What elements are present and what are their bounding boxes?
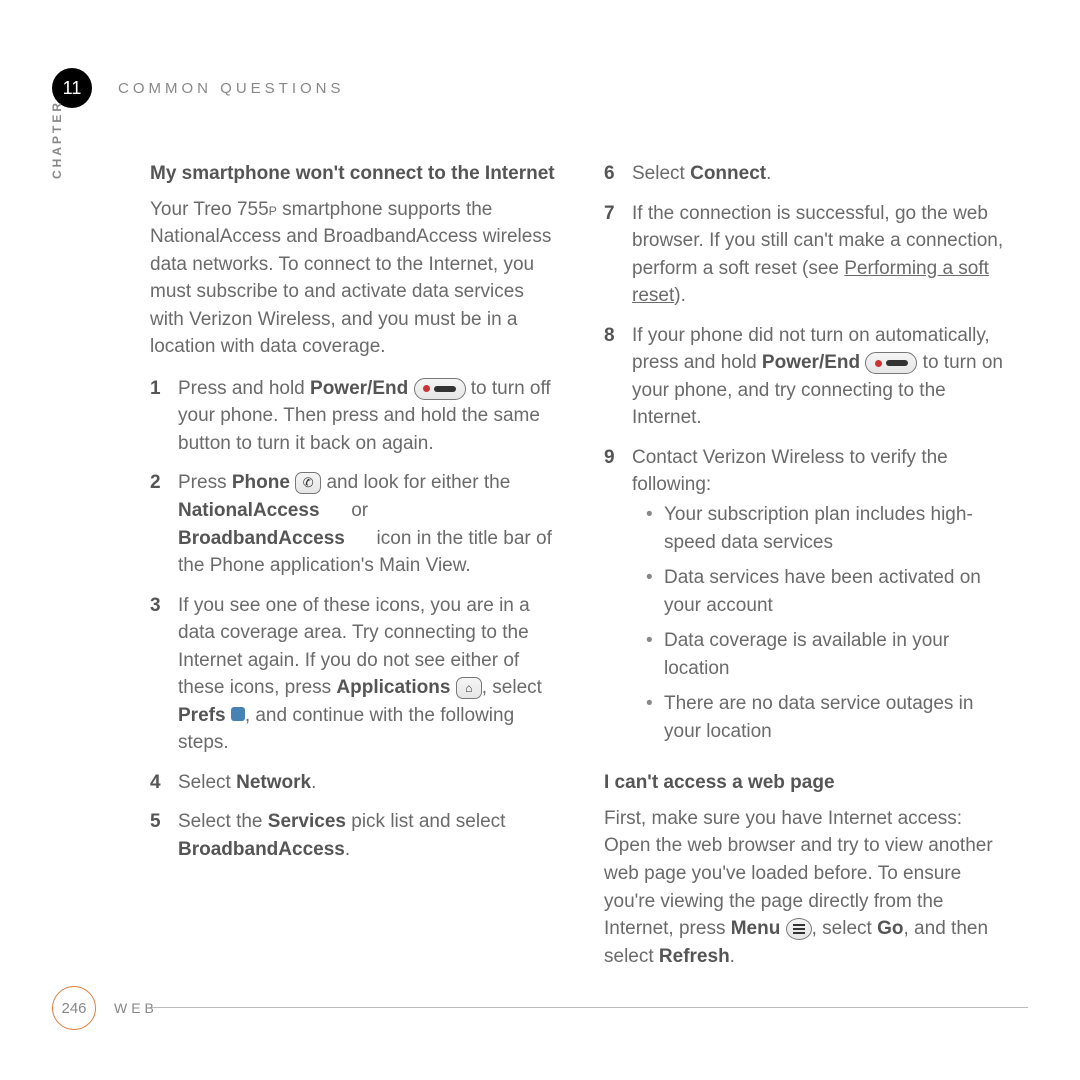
broadbandaccess-label-2: BroadbandAccess <box>178 839 345 860</box>
text: Contact Verizon Wireless to verify the f… <box>632 447 948 496</box>
step-body: Contact Verizon Wireless to verify the f… <box>632 444 1010 757</box>
text: . <box>766 163 771 184</box>
section-heading-internet: My smartphone won't connect to the Inter… <box>150 160 556 188</box>
step-4: 4 Select Network. <box>150 769 556 797</box>
broadbandaccess-label: BroadbandAccess <box>178 528 345 549</box>
power-end-icon <box>865 352 917 374</box>
chapter-vertical-label: CHAPTER <box>50 100 64 179</box>
step-number: 4 <box>150 769 178 797</box>
phone-icon: ✆ <box>295 472 321 494</box>
step-number: 5 <box>150 808 178 863</box>
text: Press <box>178 472 232 493</box>
text: pick list and select <box>346 811 505 832</box>
step-number: 1 <box>150 375 178 458</box>
content-columns: My smartphone won't connect to the Inter… <box>150 160 1010 970</box>
step-number: 8 <box>604 322 632 432</box>
step-body: Select Network. <box>178 769 556 797</box>
left-column: My smartphone won't connect to the Inter… <box>150 160 556 970</box>
step-body: Select the Services pick list and select… <box>178 808 556 863</box>
page-footer: 246 WEB <box>52 986 158 1030</box>
steps-list-right: 6 Select Connect. 7 If the connection is… <box>604 160 1010 757</box>
verify-bullets: Your subscription plan includes high-spe… <box>646 501 1010 745</box>
footer-section-label: WEB <box>114 1000 158 1016</box>
text: . <box>345 839 350 860</box>
step-number: 3 <box>150 592 178 757</box>
go-label: Go <box>877 918 903 939</box>
list-item: Data services have been activated on you… <box>646 564 1010 619</box>
power-end-icon <box>414 378 466 400</box>
footer-rule <box>150 1007 1028 1008</box>
text: . <box>730 946 735 967</box>
intro-text-b: smartphone supports the NationalAccess a… <box>150 199 551 358</box>
prefs-icon <box>231 707 245 721</box>
step-number: 2 <box>150 469 178 579</box>
step-7: 7 If the connection is successful, go th… <box>604 200 1010 310</box>
step-body: Select Connect. <box>632 160 1010 188</box>
text: and look for either the <box>326 472 510 493</box>
nationalaccess-label: NationalAccess <box>178 500 320 521</box>
text: , select <box>812 918 877 939</box>
text: Select the <box>178 811 268 832</box>
connect-label: Connect <box>690 163 766 184</box>
text: or <box>346 500 368 521</box>
list-item: There are no data service outages in you… <box>646 690 1010 745</box>
step-number: 6 <box>604 160 632 188</box>
step-5: 5 Select the Services pick list and sele… <box>150 808 556 863</box>
intro-paragraph: Your Treo 755P smartphone supports the N… <box>150 196 556 361</box>
page-number-badge: 246 <box>52 986 96 1030</box>
services-label: Services <box>268 811 346 832</box>
text: Press and hold <box>178 378 310 399</box>
page: 11 COMMON QUESTIONS CHAPTER My smartphon… <box>0 0 1080 1080</box>
list-item: Your subscription plan includes high-spe… <box>646 501 1010 556</box>
power-end-label-2: Power/End <box>762 352 860 373</box>
step-body: If your phone did not turn on automatica… <box>632 322 1010 432</box>
step-2: 2 Press Phone ✆ and look for either the … <box>150 469 556 579</box>
power-end-label: Power/End <box>310 378 408 399</box>
section-heading-webpage: I can't access a web page <box>604 769 1010 797</box>
menu-label: Menu <box>731 918 781 939</box>
step-1: 1 Press and hold Power/End to turn off y… <box>150 375 556 458</box>
network-label: Network <box>236 772 311 793</box>
webpage-paragraph: First, make sure you have Internet acces… <box>604 805 1010 970</box>
intro-subscript: P <box>269 204 277 218</box>
phone-label: Phone <box>232 472 290 493</box>
refresh-label: Refresh <box>659 946 730 967</box>
step-8: 8 If your phone did not turn on automati… <box>604 322 1010 432</box>
steps-list-left: 1 Press and hold Power/End to turn off y… <box>150 375 556 864</box>
step-number: 7 <box>604 200 632 310</box>
menu-icon <box>786 918 812 940</box>
text: Select <box>632 163 690 184</box>
text: Select <box>178 772 236 793</box>
applications-icon: ⌂ <box>456 677 482 699</box>
text: , and continue with the following steps. <box>178 705 514 754</box>
prefs-label: Prefs <box>178 705 226 726</box>
right-column: 6 Select Connect. 7 If the connection is… <box>604 160 1010 970</box>
step-body: Press and hold Power/End to turn off you… <box>178 375 556 458</box>
applications-label: Applications <box>336 677 450 698</box>
step-body: If you see one of these icons, you are i… <box>178 592 556 757</box>
page-header: 11 COMMON QUESTIONS <box>52 68 1028 108</box>
step-body: If the connection is successful, go the … <box>632 200 1010 310</box>
step-6: 6 Select Connect. <box>604 160 1010 188</box>
text: ). <box>674 285 686 306</box>
text: , select <box>482 677 542 698</box>
chapter-title: COMMON QUESTIONS <box>118 80 345 97</box>
intro-text-a: Your Treo 755 <box>150 199 269 220</box>
step-number: 9 <box>604 444 632 757</box>
step-9: 9 Contact Verizon Wireless to verify the… <box>604 444 1010 757</box>
text: . <box>311 772 316 793</box>
step-3: 3 If you see one of these icons, you are… <box>150 592 556 757</box>
step-body: Press Phone ✆ and look for either the Na… <box>178 469 556 579</box>
list-item: Data coverage is available in your locat… <box>646 627 1010 682</box>
